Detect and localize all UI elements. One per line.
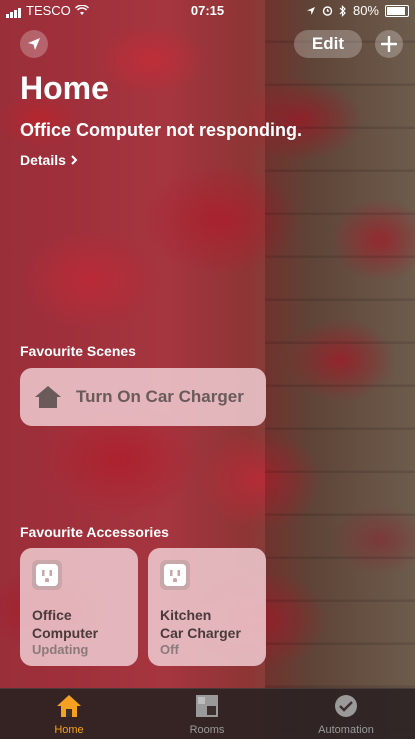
outlet-icon [160, 560, 190, 590]
scene-label: Turn On Car Charger [76, 387, 244, 406]
rooms-icon [196, 695, 218, 717]
scene-tile-turn-on-car-charger[interactable]: Turn On Car Charger [20, 368, 266, 426]
accessory-name: Office Computer [32, 607, 99, 641]
accessory-status: Off [160, 642, 179, 657]
tab-automation[interactable]: Automation [306, 693, 386, 736]
tab-label: Automation [318, 724, 374, 736]
battery-icon [385, 4, 409, 17]
edit-button[interactable]: Edit [293, 30, 362, 58]
tab-rooms[interactable]: Rooms [167, 693, 247, 736]
tab-home[interactable]: Home [29, 693, 109, 736]
house-icon [57, 695, 81, 717]
tab-bar: Home Rooms Automation [0, 688, 415, 739]
tab-label: Home [54, 724, 84, 736]
accessory-tile-office-computer[interactable]: Office Computer Updating [20, 548, 138, 666]
accessories-section-label: Favourite Accessories [20, 524, 169, 540]
alarm-icon [322, 6, 333, 16]
bluetooth-icon [339, 4, 346, 17]
page-title: Home [20, 70, 109, 106]
alert-message: Office Computer not responding. [20, 120, 302, 140]
location-icon [306, 6, 315, 15]
accessory-tile-kitchen-car-charger[interactable]: Kitchen Car Charger Off [148, 548, 266, 666]
plus-icon [381, 36, 397, 52]
accessory-name: Kitchen Car Charger [160, 607, 241, 641]
house-icon [35, 386, 61, 408]
battery-percent: 80% [352, 3, 379, 18]
details-label: Details [20, 152, 66, 168]
details-link[interactable]: Details [20, 152, 78, 168]
accessory-status: Updating [32, 642, 89, 657]
tab-label: Rooms [189, 724, 225, 736]
outlet-icon [32, 560, 62, 590]
chevron-right-icon [71, 155, 78, 165]
location-arrow-icon [28, 38, 40, 50]
location-button[interactable] [20, 30, 48, 58]
clock-icon [335, 695, 357, 717]
status-bar: TESCO 07:15 80% [0, 0, 415, 22]
scenes-section-label: Favourite Scenes [20, 343, 136, 359]
add-button[interactable] [375, 30, 403, 58]
